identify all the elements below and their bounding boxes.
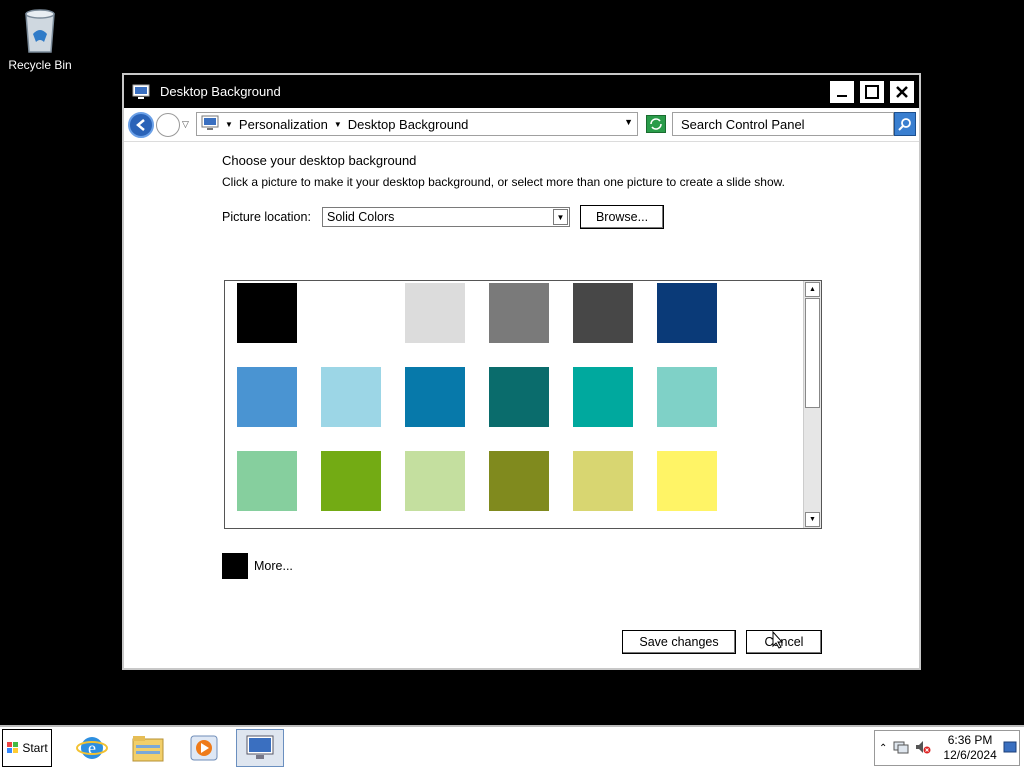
address-dropdown-icon[interactable]: ▼ [624,117,633,127]
taskbar-media-player[interactable] [180,729,228,767]
save-changes-button[interactable]: Save changes [622,630,736,654]
refresh-icon [650,118,662,130]
taskbar-control-panel[interactable] [236,728,284,767]
address-bar: ▽ ▼ Personalization ▼ Desktop Background… [124,108,919,142]
color-swatch[interactable] [405,451,465,511]
picture-location-label: Picture location: [222,210,311,224]
internet-explorer-icon: e [76,736,108,759]
start-button[interactable]: Start [2,728,52,767]
network-icon[interactable] [893,739,909,758]
color-swatch[interactable] [657,451,717,511]
breadcrumb[interactable]: ▼ Personalization ▼ Desktop Background ▼ [196,112,638,136]
forward-button[interactable] [156,112,180,137]
maximize-button[interactable] [859,79,885,104]
show-hidden-icons-chevron-icon[interactable]: ⌃ [879,743,887,754]
color-swatch[interactable] [657,367,717,427]
recycle-bin-label: Recycle Bin [8,58,72,72]
refresh-button[interactable] [646,115,666,133]
color-swatch[interactable] [237,283,297,343]
recent-pages-dropdown[interactable]: ▽ [182,119,192,130]
taskbar: Start e ⌃ 6:36 PM 12/6/2024 [0,725,1024,768]
scroll-thumb[interactable] [805,298,820,408]
recycle-bin-shortcut[interactable]: Recycle Bin [4,6,76,72]
picture-location-value: Solid Colors [327,210,395,224]
system-tray: ⌃ 6:36 PM 12/6/2024 [874,730,1020,766]
color-swatch[interactable] [573,283,633,343]
volume-muted-icon[interactable] [915,739,931,758]
mouse-cursor-icon [772,630,784,652]
taskbar-internet-explorer[interactable]: e [68,729,116,767]
breadcrumb-separator-icon[interactable]: ▼ [334,120,342,129]
color-swatch[interactable] [405,283,465,343]
search-icon [898,118,911,131]
minimize-button[interactable] [829,79,855,104]
show-desktop-icon[interactable] [1003,740,1017,757]
chevron-down-icon[interactable]: ▼ [553,209,568,225]
color-swatch[interactable] [489,367,549,427]
page-heading: Choose your desktop background [222,153,417,168]
back-button[interactable] [128,111,154,138]
color-swatch[interactable] [237,367,297,427]
scroll-down-icon[interactable]: ▼ [805,512,820,527]
cancel-button[interactable]: Cancel [746,630,822,654]
breadcrumb-personalization[interactable]: Personalization [239,117,328,132]
windows-logo-icon [7,741,19,753]
search-input[interactable]: Search Control Panel [672,112,894,136]
clock-time: 6:36 PM [947,733,993,747]
vertical-scrollbar[interactable]: ▲ ▼ [803,281,821,528]
more-colors-label[interactable]: More... [254,559,293,573]
color-swatch[interactable] [321,367,381,427]
page-description: Click a picture to make it your desktop … [222,175,785,189]
minimize-icon [837,94,847,97]
folder-icon [132,735,164,761]
color-swatch[interactable] [405,367,465,427]
maximize-icon [865,84,879,99]
breadcrumb-desktop-background[interactable]: Desktop Background [348,117,469,132]
close-icon [896,85,908,98]
recycle-bin-icon [20,6,60,56]
taskbar-file-explorer[interactable] [124,729,172,767]
more-color-swatch[interactable] [222,553,248,579]
search-button[interactable] [894,112,916,136]
control-panel-icon [132,83,150,101]
arrow-left-icon [136,118,145,131]
color-swatch[interactable] [573,367,633,427]
color-swatch[interactable] [321,451,381,511]
color-swatch[interactable] [237,451,297,511]
color-swatch-list: ▲ ▼ [224,280,822,529]
more-colors-link[interactable]: More... [222,553,293,579]
window-title: Desktop Background [160,84,281,99]
breadcrumb-separator-icon[interactable]: ▼ [225,120,233,129]
media-player-icon [190,735,218,760]
color-swatch[interactable] [321,283,381,343]
color-swatch[interactable] [489,451,549,511]
browse-button[interactable]: Browse... [580,205,664,229]
content-area: Choose your desktop background Click a p… [222,153,822,229]
control-panel-small-icon [201,115,219,134]
title-bar[interactable]: Desktop Background [124,75,919,108]
clock[interactable]: 6:36 PM 12/6/2024 [943,733,996,763]
desktop-background-window: Desktop Background ▽ ▼ Personalization ▼ [122,73,921,670]
control-panel-icon [246,735,274,759]
scroll-up-icon[interactable]: ▲ [805,282,820,297]
color-swatch[interactable] [657,283,717,343]
picture-location-select[interactable]: Solid Colors ▼ [322,207,570,227]
start-label: Start [22,740,48,755]
color-swatch[interactable] [489,283,549,343]
color-swatch[interactable] [573,451,633,511]
close-button[interactable] [889,79,915,104]
clock-date: 12/6/2024 [943,748,997,762]
